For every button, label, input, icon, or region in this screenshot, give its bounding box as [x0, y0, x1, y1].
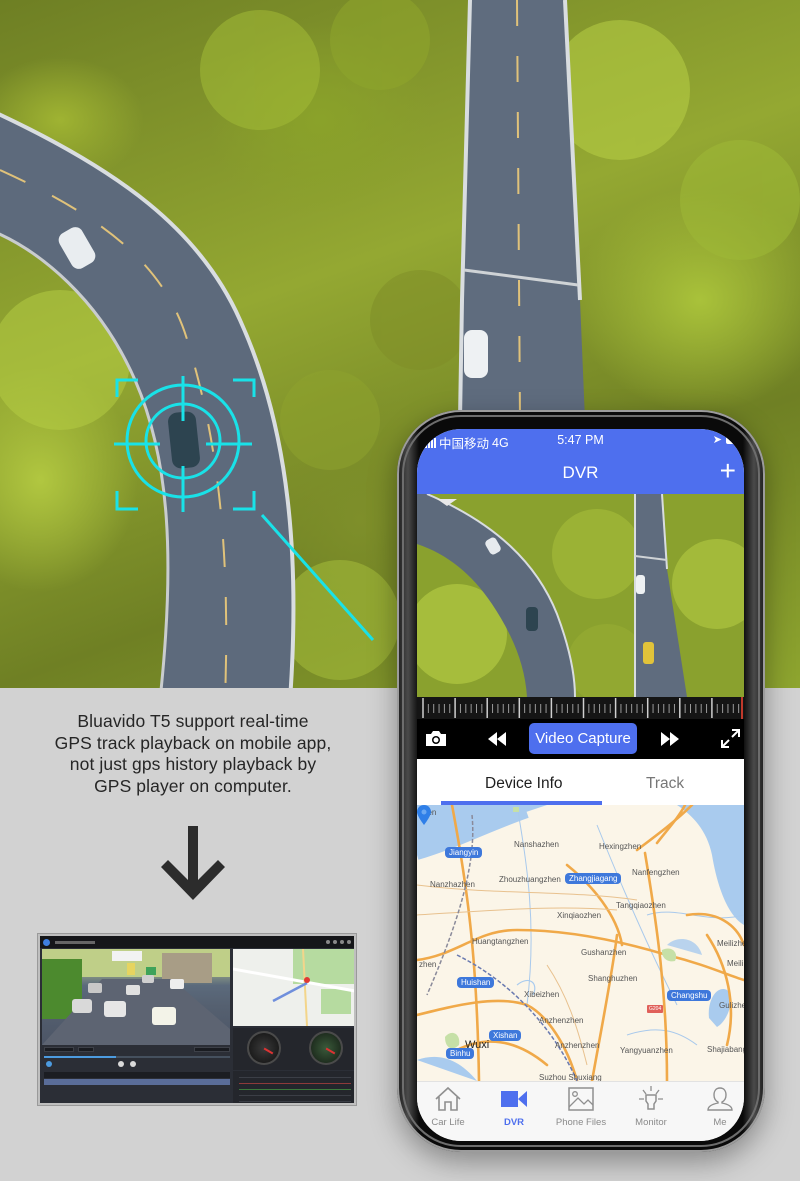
phone-screen: 中国移动 4G 5:47 PM ➤ DVR + Video Capture De… [417, 429, 744, 1141]
image-icon [568, 1087, 594, 1111]
plus-icon[interactable]: + [720, 456, 736, 486]
pc-title-bar [40, 936, 354, 948]
map-place-label: Meili [727, 959, 744, 968]
tab-bar-top: Device Info Track [417, 759, 744, 805]
pc-file-table-row [44, 1079, 230, 1085]
live-video-feed[interactable] [417, 494, 744, 697]
map-place-label: Anzhenzhen [539, 1016, 584, 1025]
pc-gps-player-window [38, 934, 356, 1105]
map-place-label: Xibeizhen [524, 990, 560, 999]
map-city-label: Changshu [667, 990, 712, 1001]
bottom-tab-bar: Car Life DVR Phone Files Monitor Me [417, 1081, 744, 1141]
lamp-icon [639, 1086, 663, 1110]
map-place-label: Shajiabang [707, 1045, 744, 1054]
video-timeline-scrubber[interactable] [417, 697, 744, 719]
home-icon [435, 1086, 461, 1111]
status-bar: 中国移动 4G 5:47 PM ➤ [417, 429, 744, 451]
map-place-label: Xinqiaozhen [557, 911, 602, 920]
map-place-label: Suzhou Shuxiang [539, 1073, 602, 1081]
tab-device-info[interactable]: Device Info [485, 775, 563, 793]
map-place-label: Zhouzhuangzhen [499, 875, 561, 884]
video-camera-icon [501, 1091, 527, 1107]
map-place-label: Huangtangzhen [472, 937, 529, 946]
compass-gauge [309, 1031, 343, 1065]
fast-forward-icon[interactable] [661, 732, 679, 746]
pc-progress-bar [44, 1056, 230, 1058]
timeline-ticks [422, 697, 743, 719]
pc-video-panel [42, 949, 230, 1045]
page-title: DVR [562, 463, 599, 482]
map-city-label: Zhangjiagang [565, 873, 622, 884]
video-capture-button[interactable]: Video Capture [529, 723, 637, 754]
app-logo-icon [43, 938, 50, 946]
map-place-label: Gushanzhen [581, 948, 627, 957]
caption-line: GPS player on computer. [94, 775, 292, 796]
tab-label: Monitor [635, 1117, 667, 1128]
road-shield: G204 [647, 1005, 664, 1013]
map-place-label: Hexingzhen [599, 842, 642, 851]
tab-phone-files[interactable]: Phone Files [548, 1086, 614, 1128]
pc-stop-button [130, 1061, 136, 1067]
map-major-city-label: Wuxi [465, 1039, 490, 1051]
map-place-label: Shanghuzhen [588, 974, 638, 983]
map-place-label: Anzhenzhen [555, 1041, 600, 1050]
caption-line: Bluavido T5 support real-time [77, 711, 309, 731]
tab-label: DVR [503, 1117, 525, 1128]
nav-bar: DVR + [417, 451, 744, 494]
pc-play-button [46, 1061, 52, 1067]
map-place-label: Meilizhen [717, 939, 744, 948]
rewind-icon[interactable] [488, 732, 506, 746]
pc-file-table-header [44, 1072, 230, 1078]
map-place-label: Nanshazhen [514, 840, 559, 849]
pc-playback-controls [42, 1046, 232, 1103]
map-place-label: Nanzhazhen [430, 880, 475, 889]
tab-label: Me [713, 1117, 727, 1128]
gps-map[interactable]: zhen Nanshazhen Hexingzhen Nanzhazhen Zh… [417, 805, 744, 1081]
pc-pause-button [118, 1061, 124, 1067]
map-place-label: Tangqiaozhen [616, 901, 666, 910]
smartphone-mockup: 中国移动 4G 5:47 PM ➤ DVR + Video Capture De… [397, 410, 765, 1152]
map-place-label: Yangyuanzhen [620, 1046, 673, 1055]
tab-monitor[interactable]: Monitor [618, 1086, 684, 1128]
map-place-label: Gulizhen [719, 1001, 744, 1010]
pc-sensor-graph [233, 1071, 354, 1103]
pc-gauges-panel [233, 1028, 354, 1070]
map-place-label: Nanfengzhen [632, 868, 680, 877]
tab-track[interactable]: Track [646, 775, 684, 793]
camera-icon[interactable] [425, 729, 447, 747]
map-pin-icon[interactable] [417, 805, 431, 825]
arrow-down-icon [161, 826, 225, 900]
map-place-label: zhen [419, 960, 437, 969]
map-city-label: Xishan [489, 1030, 522, 1041]
tab-label: Phone Files [555, 1117, 607, 1128]
speedometer-gauge [247, 1031, 281, 1065]
tab-label: Car Life [431, 1117, 465, 1128]
tab-me[interactable]: Me [687, 1086, 744, 1128]
caption-line: not just gps history playback by [69, 754, 317, 774]
playback-controls: Video Capture [417, 719, 744, 759]
tab-dvr[interactable]: DVR [481, 1086, 547, 1128]
fullscreen-icon[interactable] [721, 729, 740, 748]
map-city-label: Huishan [457, 977, 495, 988]
feature-caption: Bluavido T5 support real-time GPS track … [28, 711, 358, 797]
window-controls [326, 940, 351, 944]
caption-line: GPS track playback on mobile app, [54, 732, 332, 753]
status-time: 5:47 PM [557, 433, 604, 447]
battery-icon [726, 435, 740, 444]
pc-map-panel [233, 949, 354, 1026]
user-icon [707, 1087, 733, 1111]
tab-car-life[interactable]: Car Life [417, 1086, 481, 1128]
location-arrow-icon: ➤ [712, 434, 722, 446]
pc-title-text [55, 940, 95, 944]
map-city-label: Jiangyin [445, 847, 483, 858]
